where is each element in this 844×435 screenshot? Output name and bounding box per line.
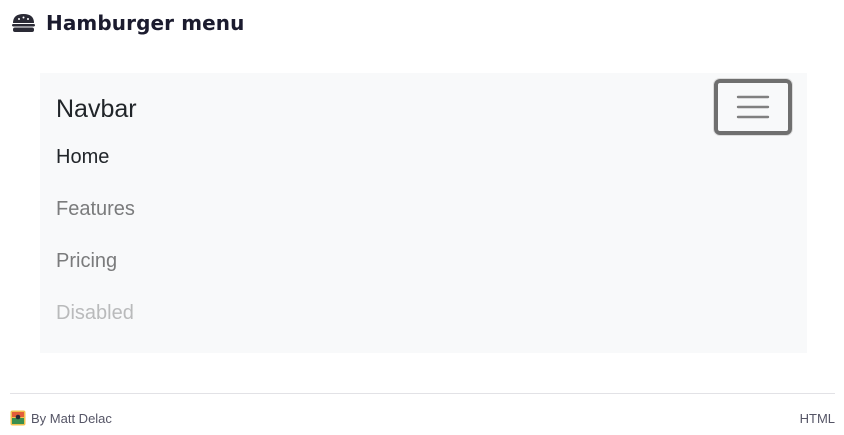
nav-list: Home Features Pricing Disabled [56,145,135,353]
language-label: HTML [799,410,835,426]
nav-item-features: Features [56,197,135,249]
nav-link-pricing[interactable]: Pricing [56,249,135,301]
hamburger-icon [10,12,37,34]
nav-item-disabled: Disabled [56,301,135,353]
page-title: Hamburger menu [46,11,245,35]
navbar: Navbar Home Features Pricing Disabled [40,73,807,353]
footer-divider [10,393,835,394]
navbar-brand[interactable]: Navbar [56,94,137,124]
author-avatar-icon [10,410,26,426]
nav-link-disabled: Disabled [56,302,134,324]
menu-icon [736,95,770,119]
page-header: Hamburger menu [10,8,244,38]
nav-link-features[interactable]: Features [56,197,135,249]
author-name[interactable]: By Matt Delac [31,411,112,426]
nav-item-pricing: Pricing [56,249,135,301]
navbar-toggler-button[interactable] [714,79,792,135]
nav-link-home[interactable]: Home [56,145,135,197]
footer-author[interactable]: By Matt Delac [10,410,112,426]
nav-item-home: Home [56,145,135,197]
footer: By Matt Delac HTML [10,409,835,427]
